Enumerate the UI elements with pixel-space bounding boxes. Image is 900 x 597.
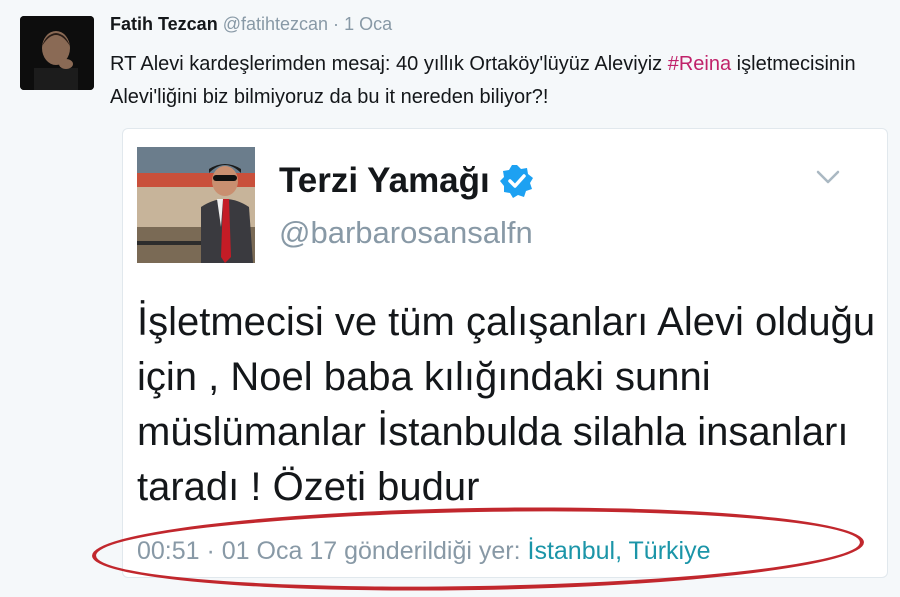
- person-photo-icon: [137, 147, 255, 263]
- hashtag-link[interactable]: #Reina: [668, 53, 731, 75]
- tweet-date[interactable]: 1 Oca: [344, 14, 392, 34]
- quoted-author-name[interactable]: Terzi Yamağı: [279, 161, 534, 201]
- header-separator: ·: [333, 14, 340, 34]
- verified-badge-icon: [499, 165, 533, 198]
- person-portrait-icon: [20, 16, 94, 90]
- chevron-down-icon[interactable]: [815, 169, 841, 185]
- quoted-tweet-text: İşletmecisi ve tüm çalışanları Alevi old…: [137, 300, 876, 509]
- author-handle[interactable]: @fatihtezcan: [223, 14, 328, 34]
- author-name[interactable]: Fatih Tezcan: [110, 14, 218, 34]
- quoted-avatar[interactable]: [137, 147, 255, 263]
- quoted-author-name-text: Terzi Yamağı: [279, 161, 490, 200]
- tweet-text: RT Alevi kardeşlerimden mesaj: 40 yıllık…: [110, 48, 890, 114]
- tweet-text-part-1: RT Alevi kardeşlerimden mesaj: 40 yıllık…: [110, 53, 668, 75]
- outer-avatar[interactable]: [20, 16, 94, 90]
- quoted-author-handle[interactable]: @barbarosansalfn: [279, 215, 533, 251]
- tweet-header: Fatih Tezcan @fatihtezcan · 1 Oca: [110, 14, 392, 35]
